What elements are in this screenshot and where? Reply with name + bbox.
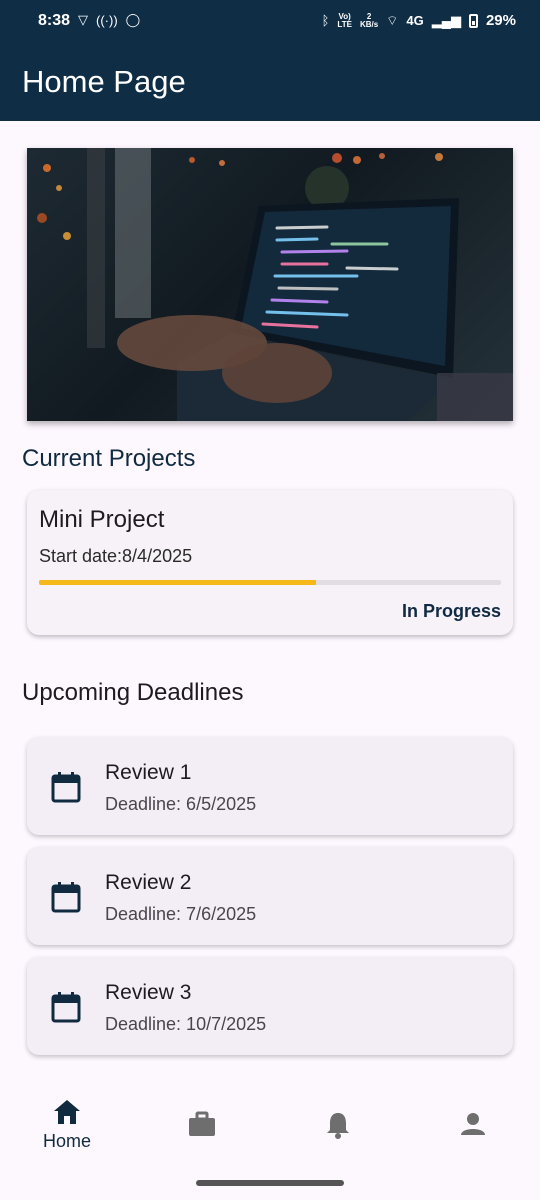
bluetooth-icon: ᛒ [321,13,330,28]
upcoming-deadlines-heading: Upcoming Deadlines [22,679,244,706]
vpn-icon: ▽ [78,12,88,27]
calendar-icon [51,772,81,803]
deadline-item[interactable]: Review 3 Deadline: 10/7/2025 [27,957,513,1055]
battery-icon [468,13,478,28]
deadline-title: Review 3 [105,981,192,1004]
deadline-date: Deadline: 6/5/2025 [105,794,257,814]
bell-icon [327,1113,349,1139]
deadline-title: Review 1 [105,761,192,784]
network-type: 4G [406,13,424,28]
deadline-item[interactable]: Review 1 Deadline: 6/5/2025 [27,737,513,835]
wifi-icon: ⌔ [386,12,399,28]
app-bar: Home Page [0,44,540,121]
status-right-icons: ᛒ Vo) LTE 2 KB/s ⌔ 4G ▂▄▆ 29% [322,12,516,29]
progress-bar-fill [39,580,317,585]
whatsapp-icon: ◯ [125,12,141,27]
volte-indicator: Vo) LTE [337,11,352,29]
status-bar: 8:38 ▽ ((·)) ◯ ᛒ Vo) LTE 2 KB/s ⌔ 4G ▂▄▆… [0,0,540,44]
project-start-date: Start date:8/4/2025 [39,546,193,566]
calendar-icon [51,992,81,1023]
data-speed: 2 KB/s [359,11,379,29]
page-title: Home Page [22,64,186,99]
nav-label-home: Home [42,1131,91,1151]
progress-bar [39,580,501,585]
battery-percent: 29% [485,12,516,29]
nav-item-notifications[interactable] [298,1099,378,1139]
deadline-item[interactable]: Review 2 Deadline: 7/6/2025 [27,847,513,945]
project-card[interactable]: Mini Project Start date:8/4/2025 In Prog… [27,490,513,635]
status-time: 8:38 [38,12,71,29]
status-badge: In Progress [401,601,501,621]
nav-item-home[interactable]: Home [27,1099,107,1152]
home-icon [54,1100,80,1124]
deadline-title: Review 2 [105,871,192,894]
deadline-date: Deadline: 7/6/2025 [105,904,257,924]
nav-item-projects[interactable] [162,1099,242,1137]
home-indicator[interactable] [196,1180,344,1186]
person-icon [461,1113,485,1135]
hotspot-icon: ((·)) [96,12,118,28]
deadline-date: Deadline: 10/7/2025 [105,1014,267,1034]
calendar-icon [51,882,81,913]
current-projects-heading: Current Projects [22,445,196,472]
nav-item-profile[interactable] [433,1099,513,1137]
signal-icon: ▂▄▆ [431,12,461,28]
briefcase-icon [189,1111,215,1136]
project-name: Mini Project [39,506,165,533]
hero-image [27,148,513,421]
laptop-coding-photo [37,148,513,421]
status-left-icons: ▽ ((·)) ◯ [78,12,140,28]
